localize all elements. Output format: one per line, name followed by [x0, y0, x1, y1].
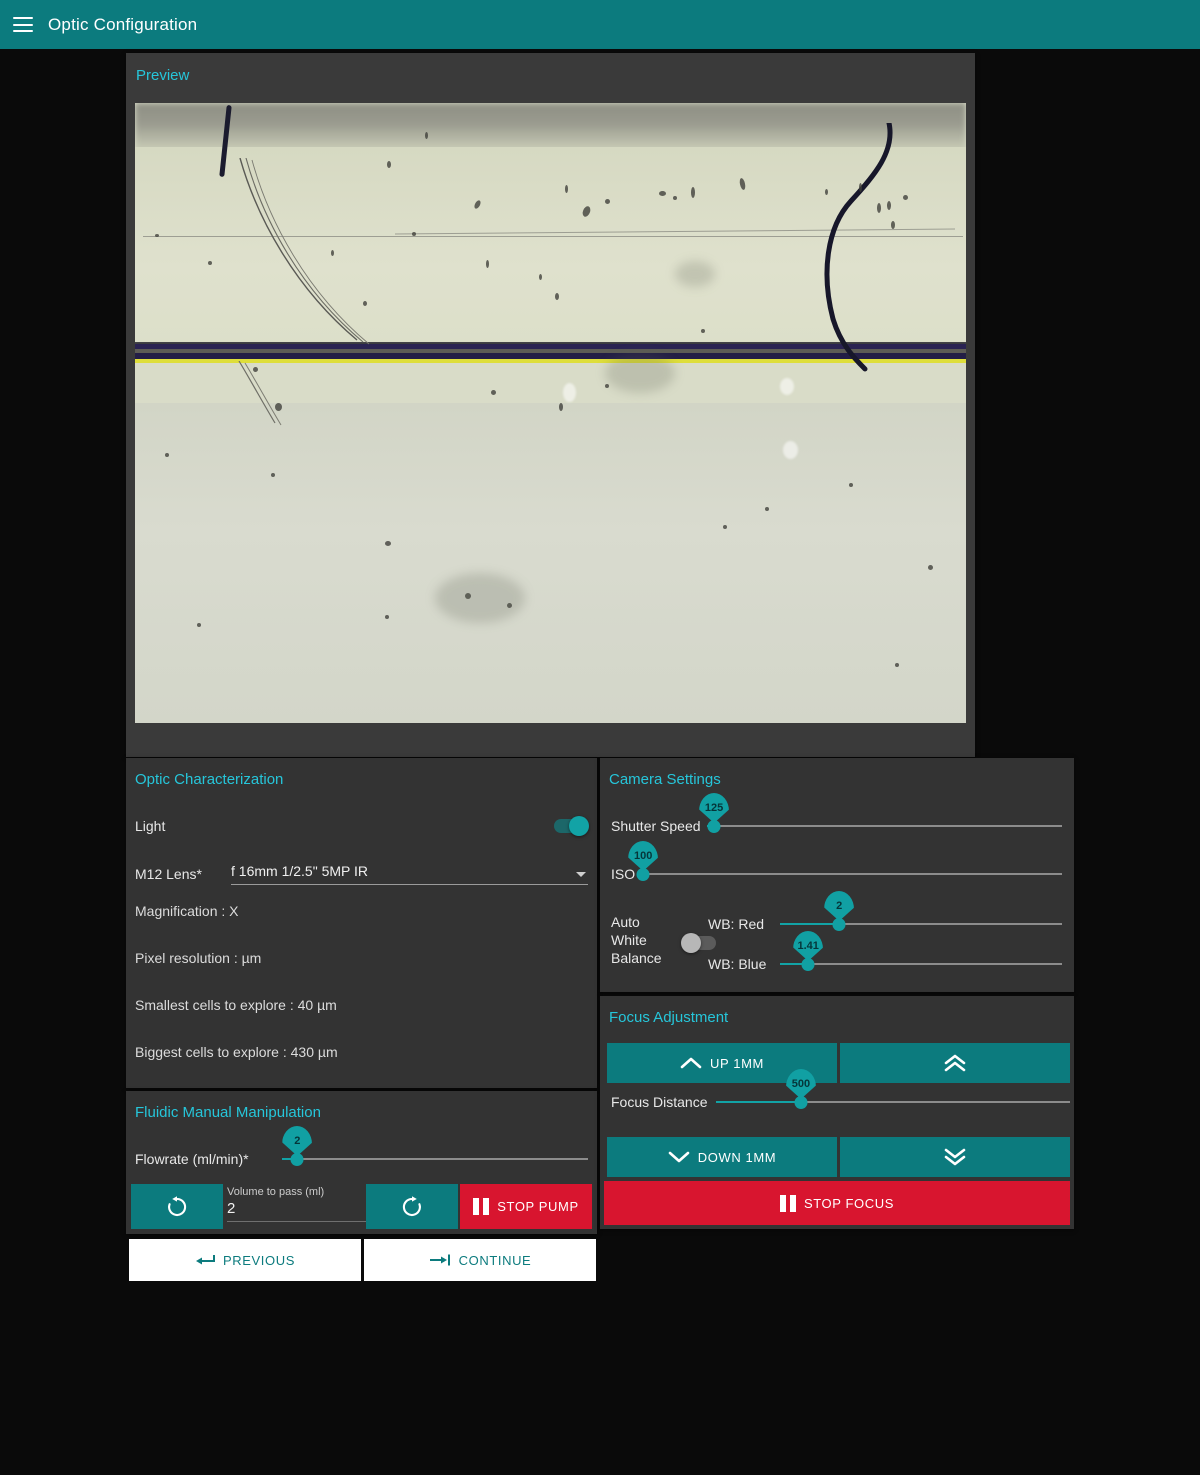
focus-distance-value-bubble: 500 — [786, 1069, 816, 1099]
stop-focus-button[interactable]: STOP FOCUS — [604, 1181, 1070, 1225]
lens-select[interactable]: f 16mm 1/2.5" 5MP IR — [231, 863, 588, 885]
app-bar: Optic Configuration — [0, 0, 1200, 49]
wb-blue-value-bubble: 1.41 — [793, 931, 823, 961]
awb-label-line2: White — [611, 931, 662, 949]
previous-button[interactable]: PREVIOUS — [129, 1239, 361, 1281]
camera-settings-panel: Camera Settings Shutter Speed 125 ISO 10… — [600, 758, 1074, 992]
light-row: Light — [135, 818, 588, 834]
wb-red-slider[interactable]: 2 — [780, 913, 1062, 935]
pump-reverse-button[interactable] — [131, 1184, 223, 1229]
light-toggle[interactable] — [554, 819, 588, 833]
arrow-right-to-bar-icon — [429, 1253, 451, 1267]
magnification-row: Magnification : X — [135, 903, 239, 919]
smallest-cells-value: Smallest cells to explore : 40 µm — [135, 997, 337, 1013]
volume-to-pass-label: Volume to pass (ml) — [227, 1186, 387, 1198]
preview-title: Preview — [126, 53, 975, 84]
wb-blue-slider[interactable]: 1.41 — [780, 953, 1062, 975]
focus-down-label: DOWN 1MM — [698, 1150, 776, 1165]
chevron-down-icon — [668, 1149, 690, 1165]
arrow-left-return-icon — [195, 1253, 215, 1267]
camera-preview-image — [135, 103, 966, 723]
wb-red-label: WB: Red — [708, 916, 780, 932]
biggest-cells-value: Biggest cells to explore : 430 µm — [135, 1044, 338, 1060]
page-title: Optic Configuration — [48, 15, 197, 35]
volume-to-pass-field[interactable]: Volume to pass (ml) 2 — [227, 1186, 387, 1222]
chevron-double-up-icon — [942, 1053, 968, 1073]
focus-down-1mm-button[interactable]: DOWN 1MM — [607, 1137, 837, 1177]
flowrate-value-bubble: 2 — [282, 1126, 312, 1156]
continue-label: CONTINUE — [459, 1253, 532, 1268]
chevron-double-down-icon — [942, 1147, 968, 1167]
optic-characterization-panel: Optic Characterization Light M12 Lens* f… — [126, 758, 597, 1088]
hamburger-icon[interactable] — [13, 17, 33, 32]
fluidic-manual-manipulation-panel: Fluidic Manual Manipulation Flowrate (ml… — [126, 1091, 597, 1234]
focus-adjustment-panel: Focus Adjustment UP 1MM Focus Distance 5… — [600, 996, 1074, 1229]
shutter-speed-row: Shutter Speed 125 — [611, 815, 1062, 837]
preview-card: Preview — [126, 53, 975, 757]
focus-adjustment-title: Focus Adjustment — [600, 996, 1074, 1026]
focus-up-fast-button[interactable] — [840, 1043, 1070, 1083]
rotate-clockwise-icon — [400, 1195, 424, 1219]
camera-settings-title: Camera Settings — [600, 758, 1074, 788]
pump-forward-button[interactable] — [366, 1184, 458, 1229]
focus-distance-slider[interactable]: 500 — [716, 1091, 1070, 1113]
pause-icon — [473, 1198, 489, 1215]
pixel-resolution-row: Pixel resolution : µm — [135, 950, 261, 966]
lens-select-value: f 16mm 1/2.5" 5MP IR — [231, 863, 368, 879]
wb-blue-row: WB: Blue 1.41 — [708, 953, 1062, 975]
shutter-speed-label: Shutter Speed — [611, 818, 707, 834]
stop-pump-button[interactable]: STOP PUMP — [460, 1184, 592, 1229]
shutter-speed-slider[interactable]: 125 — [707, 815, 1062, 837]
flowrate-row: Flowrate (ml/min)* 2 — [135, 1148, 588, 1170]
awb-label-line3: Balance — [611, 949, 662, 967]
pixel-resolution-value: Pixel resolution : µm — [135, 950, 261, 966]
wb-blue-label: WB: Blue — [708, 956, 780, 972]
magnification-value: Magnification : X — [135, 903, 239, 919]
continue-button[interactable]: CONTINUE — [364, 1239, 596, 1281]
focus-down-fast-button[interactable] — [840, 1137, 1070, 1177]
smallest-cells-row: Smallest cells to explore : 40 µm — [135, 997, 337, 1013]
iso-slider[interactable]: 100 — [639, 863, 1062, 885]
focus-distance-row: Focus Distance 500 — [611, 1091, 1070, 1113]
focus-up-label: UP 1MM — [710, 1056, 764, 1071]
wb-red-row: WB: Red 2 — [708, 913, 1062, 935]
biggest-cells-row: Biggest cells to explore : 430 µm — [135, 1044, 338, 1060]
rotate-counterclockwise-icon — [165, 1195, 189, 1219]
previous-label: PREVIOUS — [223, 1253, 295, 1268]
optic-characterization-title: Optic Characterization — [126, 758, 597, 788]
lens-label: M12 Lens* — [135, 866, 231, 882]
flowrate-slider[interactable]: 2 — [282, 1148, 588, 1170]
stop-pump-label: STOP PUMP — [497, 1199, 579, 1214]
chevron-down-icon — [576, 872, 586, 877]
stop-focus-label: STOP FOCUS — [804, 1196, 894, 1211]
lens-row: M12 Lens* f 16mm 1/2.5" 5MP IR — [135, 863, 588, 885]
awb-label-line1: Auto — [611, 913, 662, 931]
wb-red-value-bubble: 2 — [824, 891, 854, 921]
volume-to-pass-value: 2 — [227, 1198, 387, 1217]
iso-row: ISO 100 — [611, 863, 1062, 885]
auto-white-balance-label: Auto White Balance — [611, 913, 662, 967]
auto-white-balance-toggle[interactable] — [682, 936, 716, 950]
flowrate-label: Flowrate (ml/min)* — [135, 1151, 282, 1167]
iso-label: ISO — [611, 866, 639, 882]
chevron-up-icon — [680, 1055, 702, 1071]
light-label: Light — [135, 818, 165, 834]
pause-icon — [780, 1195, 796, 1212]
focus-distance-label: Focus Distance — [611, 1094, 716, 1110]
fluidic-title: Fluidic Manual Manipulation — [126, 1091, 597, 1121]
